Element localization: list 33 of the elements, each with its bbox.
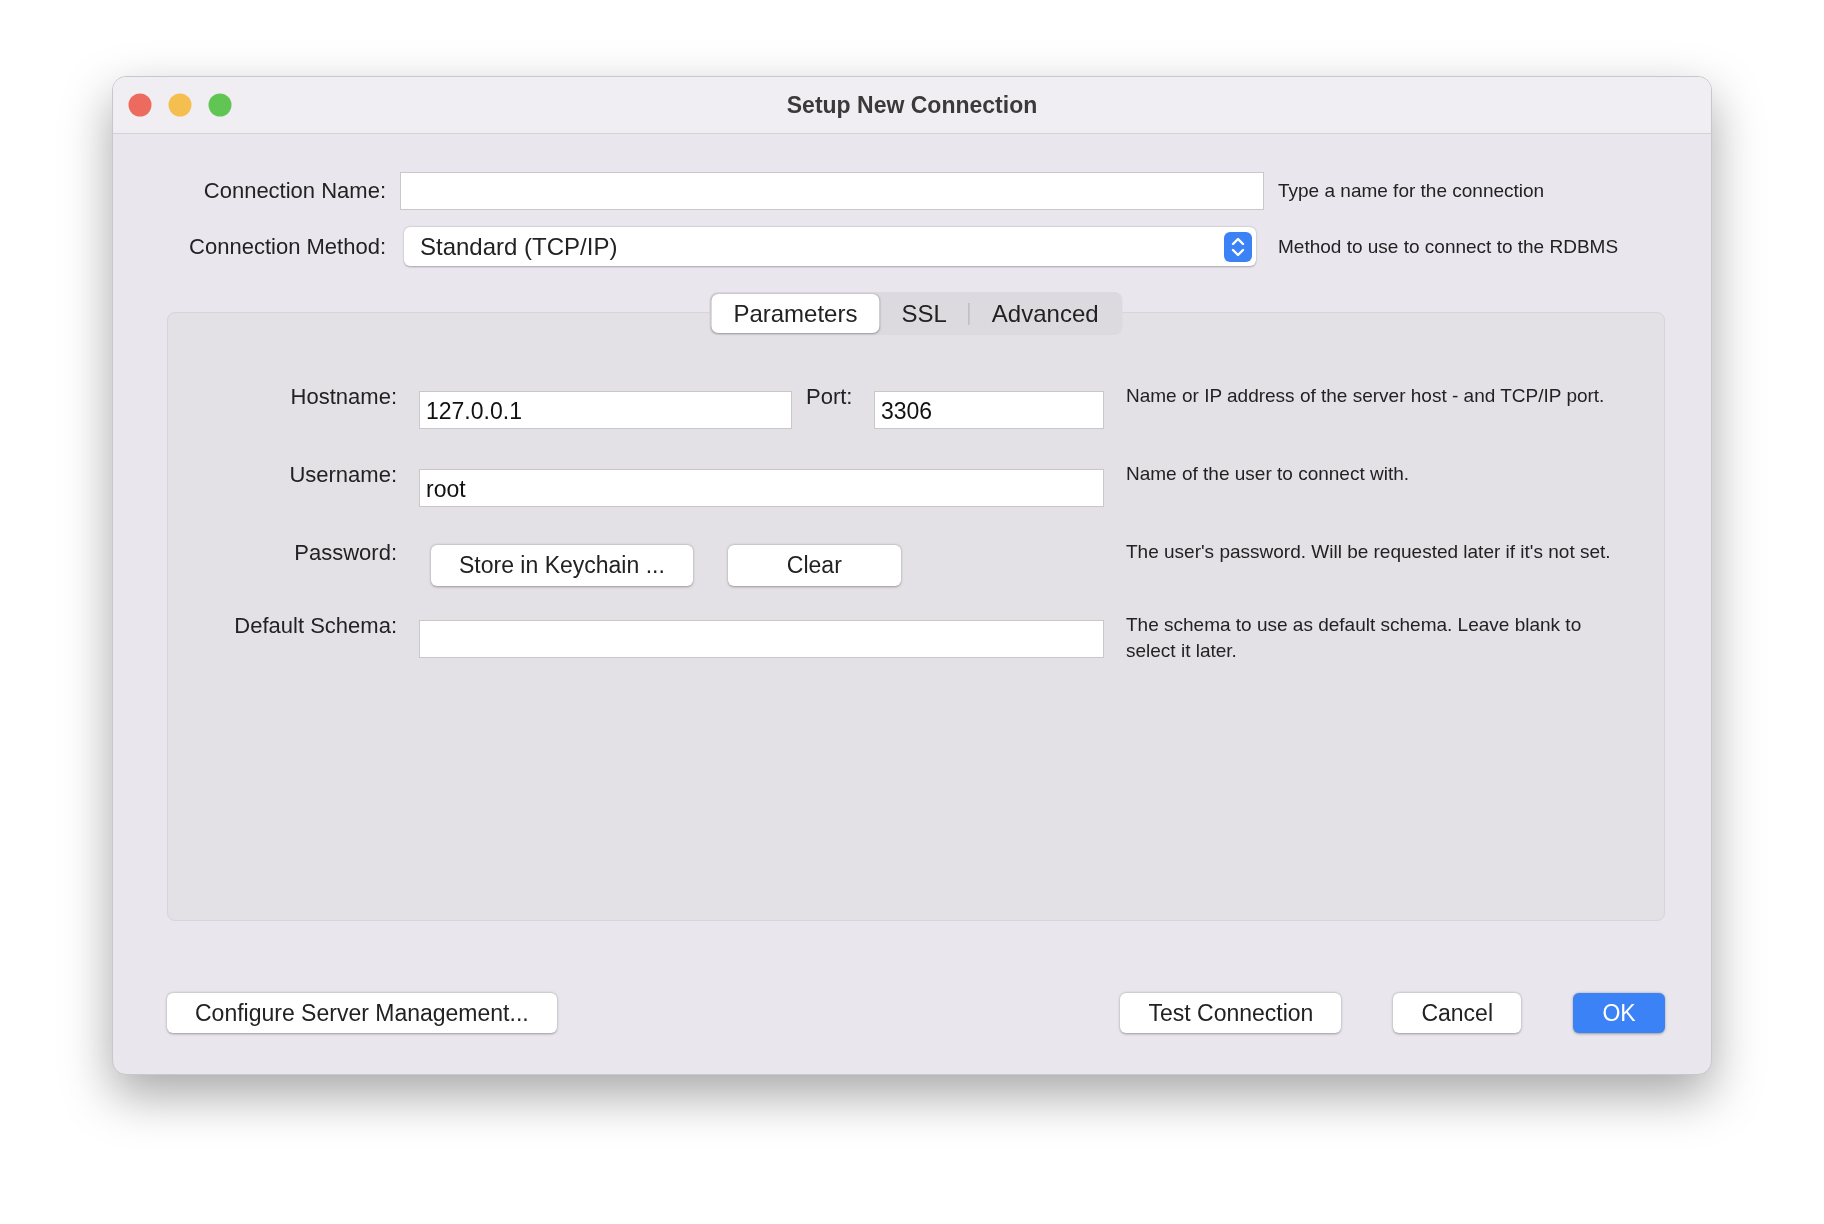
tab[interactable]: SSL <box>879 294 969 333</box>
password-button[interactable]: Store in Keychain ... <box>431 545 693 586</box>
hint-text: The schema to use as default schema. Leave blank to select it later. <box>1126 613 1583 663</box>
field-label: Connection Method: <box>188 233 386 260</box>
connection-name-field[interactable] <box>400 172 1264 210</box>
footer-button[interactable]: OK <box>1573 993 1665 1033</box>
port-field[interactable]: 3306 <box>874 391 1104 429</box>
field-label: Default Schema: <box>233 612 397 639</box>
close-icon[interactable] <box>128 93 152 117</box>
hint-text: Type a name for the connection <box>1278 180 1546 202</box>
tab[interactable]: Parameters <box>711 294 880 333</box>
field-label: Username: <box>288 461 397 488</box>
hint-text: Name of the user to connect with. <box>1126 462 1411 486</box>
tab[interactable]: Advanced <box>969 294 1121 333</box>
password-button[interactable]: Clear <box>727 545 901 586</box>
footer-button[interactable]: Configure Server Management... <box>167 993 557 1033</box>
hint-text: Method to use to connect to the RDBMS <box>1278 235 1620 258</box>
minimize-icon[interactable] <box>168 93 192 117</box>
hint-text: The user's password. Will be requested later if it's not set. <box>1126 540 1612 564</box>
hint-text: Name or IP address of the server host - and TCP/IP port. <box>1126 384 1606 408</box>
field-label: Password: <box>293 539 397 566</box>
window-title: Setup New Connection <box>786 91 1038 119</box>
field-label: Hostname: <box>289 383 397 410</box>
chevron-icon <box>1224 231 1252 262</box>
username-field[interactable]: root <box>419 469 1104 507</box>
footer-button[interactable]: Cancel <box>1393 993 1521 1033</box>
zoom-icon[interactable] <box>208 93 232 117</box>
footer-button[interactable]: Test Connection <box>1120 993 1342 1033</box>
hostname-field[interactable]: 127.0.0.1 <box>419 391 792 429</box>
schema-field[interactable] <box>419 620 1104 658</box>
method-dropdown[interactable]: Standard (TCP/IP) <box>404 227 1256 266</box>
field-label: Connection Name: <box>202 178 386 204</box>
field-label: Port: <box>806 383 853 410</box>
